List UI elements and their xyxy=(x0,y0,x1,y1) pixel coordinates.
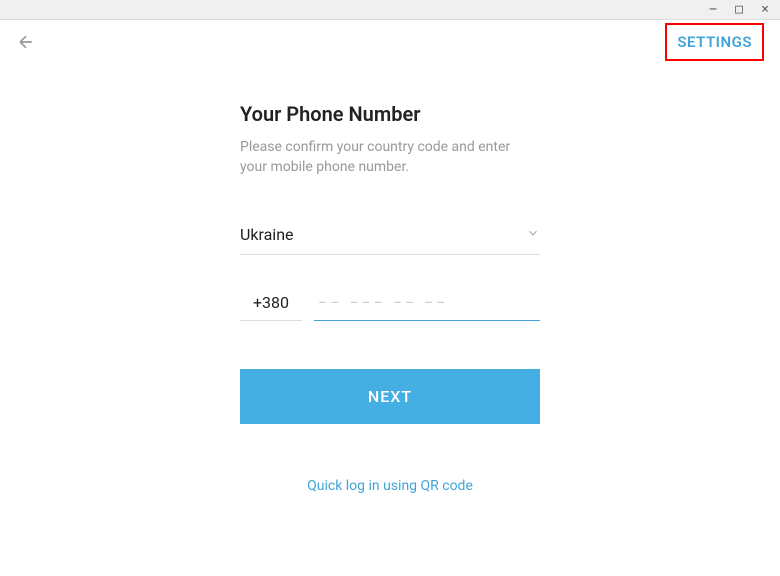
page-subtitle: Please confirm your country code and ent… xyxy=(240,138,540,177)
country-select[interactable]: Ukraine xyxy=(240,225,540,255)
app-header: SETTINGS xyxy=(0,20,780,64)
close-button[interactable]: × xyxy=(758,3,772,16)
next-button[interactable]: NEXT xyxy=(240,369,540,424)
country-name: Ukraine xyxy=(240,225,294,244)
main-content: Your Phone Number Please confirm your co… xyxy=(0,64,780,494)
qr-login-link[interactable]: Quick log in using QR code xyxy=(240,478,540,494)
maximize-button[interactable]: □ xyxy=(732,3,746,16)
minimize-button[interactable]: − xyxy=(706,3,720,16)
phone-input-row xyxy=(240,285,540,321)
page-title: Your Phone Number xyxy=(240,102,540,126)
arrow-left-icon xyxy=(16,32,36,52)
phone-number-input[interactable] xyxy=(314,285,540,321)
country-code-input[interactable] xyxy=(240,285,302,321)
chevron-down-icon xyxy=(526,225,540,244)
back-button[interactable] xyxy=(16,32,36,52)
window-titlebar: − □ × xyxy=(0,0,780,20)
settings-button[interactable]: SETTINGS xyxy=(665,23,764,61)
